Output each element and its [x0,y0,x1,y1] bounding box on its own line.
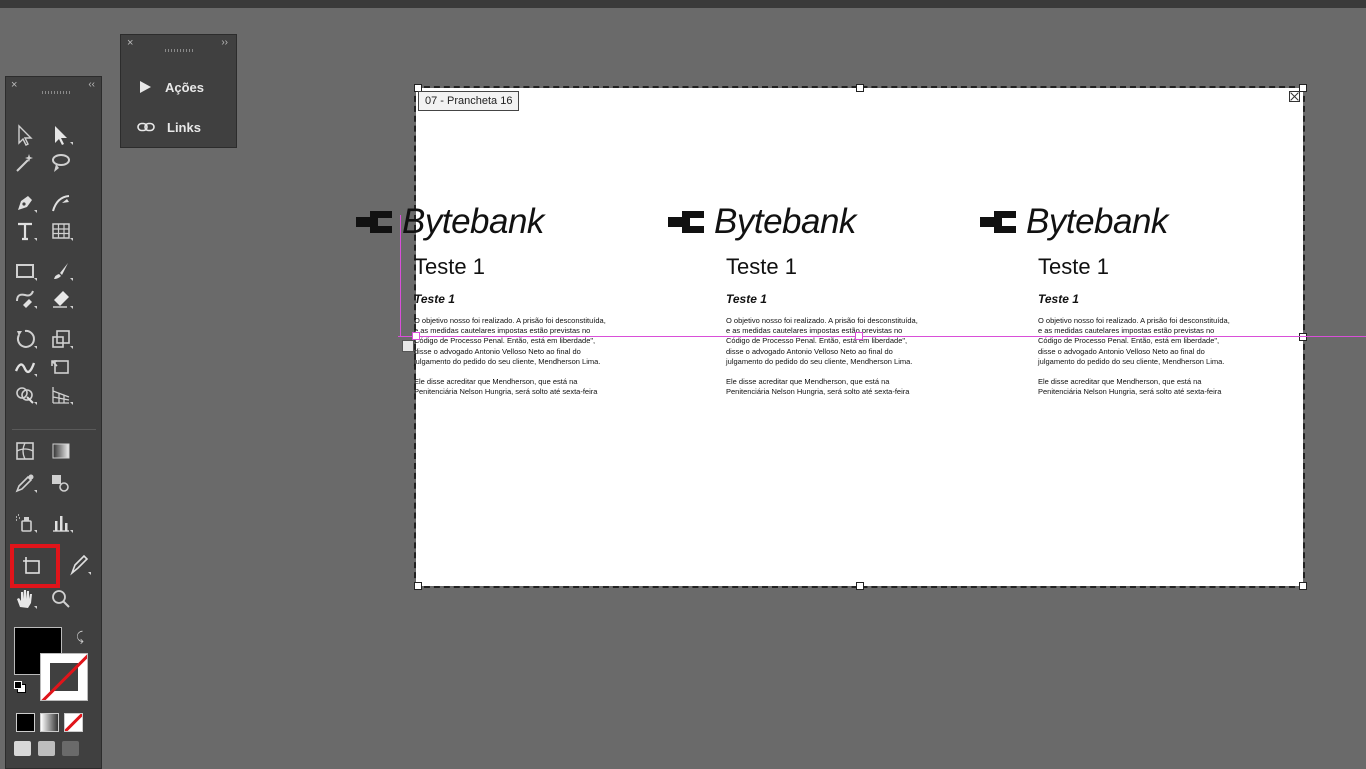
shaper-tool-icon[interactable] [10,285,40,313]
column-paragraph: Ele disse acreditar que Mendherson, que … [1038,377,1222,397]
links-label: Links [167,119,201,135]
shape-builder-icon[interactable] [10,381,40,409]
table-icon[interactable] [46,217,76,245]
eyedropper-icon[interactable] [10,469,40,497]
stroke-swatch[interactable] [40,653,88,701]
column-paragraph: O objetivo nosso foi realizado. A prisão… [414,316,606,366]
none-mode-button[interactable] [64,713,83,732]
logo-text: Bytebank [714,202,856,241]
artboard-name-label[interactable]: 07 - Prancheta 16 [418,91,520,111]
gradient-mode-button[interactable] [40,713,59,732]
play-icon [140,81,151,93]
logo-text: Bytebank [402,202,544,241]
logo-text: Bytebank [1026,202,1168,241]
column-paragraph: Ele disse acreditar que Mendherson, que … [726,377,910,397]
bytebank-logo: Bytebank [668,200,908,244]
column-heading: Teste 1 [726,254,797,279]
selection-tool-icon[interactable] [46,121,76,149]
tools-divider [12,429,96,430]
perspective-grid-icon[interactable] [46,381,76,409]
type-tool-icon[interactable] [10,217,40,245]
actions-label: Ações [165,79,205,95]
content-column[interactable]: Bytebank Teste 1 Teste 1 O objetivo noss… [668,200,918,397]
smart-guide-vertical [400,215,401,337]
swap-colors-icon[interactable]: ⤹ [76,629,84,645]
artboard-delete-icon[interactable] [1289,91,1300,102]
gradient-tool-icon[interactable] [46,437,76,465]
draw-behind-icon[interactable] [38,741,55,756]
tools-panel-header[interactable]: × ‹‹ [6,77,101,97]
bytebank-logo-icon [980,211,1016,233]
slice-tool-icon[interactable] [64,551,94,579]
grip-icon[interactable] [165,49,193,52]
draw-normal-icon[interactable] [14,741,31,756]
artboard-handle[interactable] [414,582,422,590]
mesh-tool-icon[interactable] [10,437,40,465]
selection-handle[interactable] [855,332,863,340]
selection-handle[interactable] [412,332,420,340]
artboard-handle[interactable] [1299,84,1307,92]
column-subheading: Teste 1 [414,292,455,306]
smart-guide-horizontal [398,336,1366,337]
bytebank-logo-icon [356,211,392,233]
column-heading: Teste 1 [414,254,485,279]
column-graph-icon[interactable] [46,509,76,537]
blend-tool-icon[interactable] [46,469,76,497]
collapse-icon[interactable]: ›› [221,37,228,48]
artboard-cursor-icon [402,340,414,352]
tools-panel: × ‹‹ ⤹ [5,76,102,769]
zoom-tool-icon[interactable] [46,585,76,613]
draw-inside-icon[interactable] [62,741,79,756]
artboard-tool-highlight [10,544,60,588]
rotate-tool-icon[interactable] [10,325,40,353]
column-subheading: Teste 1 [726,292,767,306]
column-paragraph: Ele disse acreditar que Mendherson, que … [414,377,598,397]
artboard-handle[interactable] [856,84,864,92]
close-icon[interactable]: × [127,37,133,49]
pen-tool-icon[interactable] [10,189,40,217]
bytebank-logo: Bytebank [356,200,596,244]
scale-tool-icon[interactable] [46,325,76,353]
bytebank-logo: Bytebank [980,200,1220,244]
content-column[interactable]: Bytebank Teste 1 Teste 1 O objetivo noss… [980,200,1230,397]
magic-wand-icon[interactable] [10,149,40,177]
artboard-handle[interactable] [1299,582,1307,590]
grip-icon[interactable] [42,91,70,94]
hand-tool-icon[interactable] [10,585,40,613]
color-mode-button[interactable] [16,713,35,732]
actions-item[interactable]: Ações [137,76,204,98]
content-column[interactable]: Bytebank Teste 1 Teste 1 O objetivo noss… [356,200,606,397]
close-icon[interactable]: × [11,79,17,91]
curvature-tool-icon[interactable] [46,189,76,217]
artboard-handle[interactable] [1299,333,1307,341]
column-heading: Teste 1 [1038,254,1109,279]
column-paragraph: O objetivo nosso foi realizado. A prisão… [1038,316,1230,366]
top-bar [0,0,1366,8]
actions-links-panel: × ›› Ações Links [120,34,237,148]
collapse-icon[interactable]: ‹‹ [88,79,95,90]
width-tool-icon[interactable] [10,353,40,381]
eraser-icon[interactable] [46,285,76,313]
paintbrush-icon[interactable] [46,257,76,285]
free-transform-icon[interactable] [46,353,76,381]
link-icon [137,122,155,132]
rectangle-tool-icon[interactable] [10,257,40,285]
artboard-handle[interactable] [856,582,864,590]
links-item[interactable]: Links [137,116,201,138]
actions-panel-header[interactable]: × ›› [121,35,236,55]
column-paragraph: O objetivo nosso foi realizado. A prisão… [726,316,918,366]
column-subheading: Teste 1 [1038,292,1079,306]
default-colors-icon[interactable] [14,681,26,693]
direct-selection-tool-icon[interactable] [10,121,40,149]
symbol-sprayer-icon[interactable] [10,509,40,537]
lasso-icon[interactable] [46,149,76,177]
bytebank-logo-icon [668,211,704,233]
